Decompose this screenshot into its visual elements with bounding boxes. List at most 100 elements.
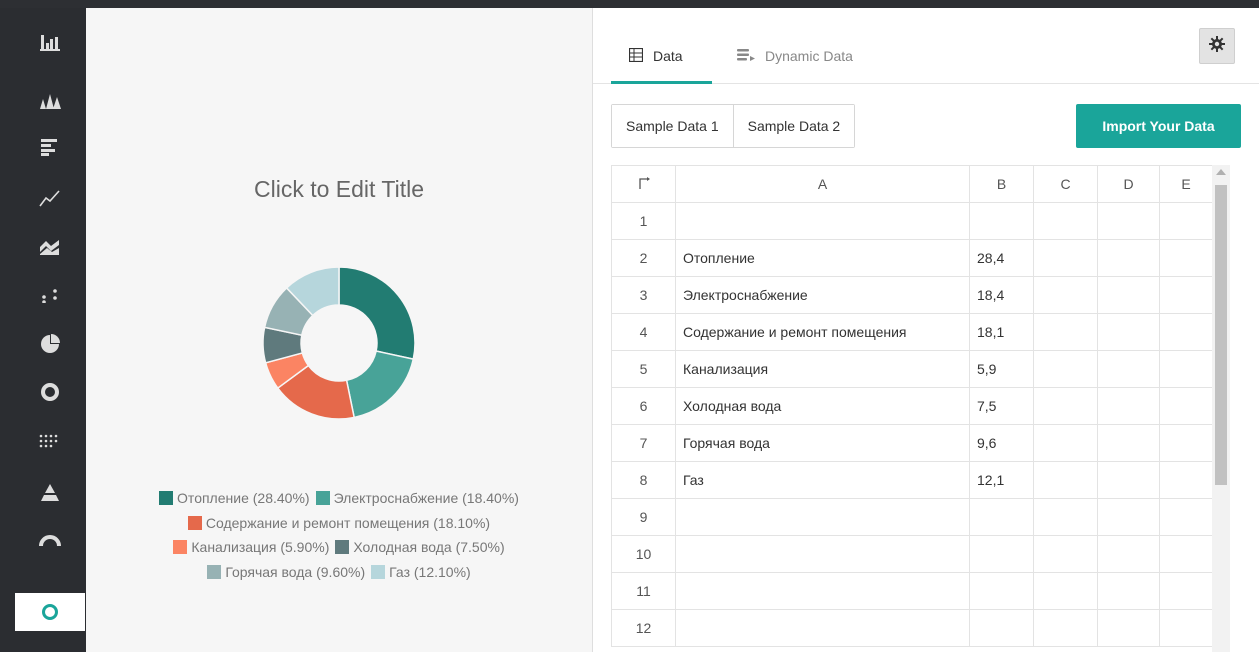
cell-c[interactable] [1033,609,1098,647]
cell-c[interactable] [1033,387,1098,425]
cell-b[interactable] [969,609,1034,647]
cell-a[interactable] [675,609,970,647]
legend-item[interactable]: Электроснабжение (18.40%) [315,486,519,511]
horizontal-bar-icon[interactable] [15,129,85,165]
scatter-chart-icon[interactable] [15,276,85,312]
cell-d[interactable] [1097,498,1160,536]
row-number[interactable]: 8 [611,461,676,499]
row-number[interactable]: 6 [611,387,676,425]
cell-a[interactable] [675,572,970,610]
cell-b[interactable] [969,572,1034,610]
gauge-icon[interactable] [15,522,85,558]
legend-item[interactable]: Холодная вода (7.50%) [335,535,505,560]
cell-a[interactable] [675,535,970,573]
cell-a[interactable] [675,498,970,536]
column-header-d[interactable]: D [1097,165,1160,203]
cell-a[interactable]: Холодная вода [675,387,970,425]
cell-d[interactable] [1097,239,1160,277]
cell-b[interactable]: 5,9 [969,350,1034,388]
cell-c[interactable] [1033,276,1098,314]
cell-d[interactable] [1097,350,1160,388]
cell-b[interactable]: 28,4 [969,239,1034,277]
cell-d[interactable] [1097,535,1160,573]
cell-c[interactable] [1033,202,1098,240]
sort-corner-cell[interactable] [611,165,676,203]
pie-chart-icon[interactable] [15,326,85,362]
sample-data-2-button[interactable]: Sample Data 2 [732,105,855,147]
cell-e[interactable] [1159,461,1213,499]
cell-b[interactable] [969,535,1034,573]
row-number[interactable]: 10 [611,535,676,573]
cell-c[interactable] [1033,572,1098,610]
row-number[interactable]: 1 [611,202,676,240]
cell-c[interactable] [1033,461,1098,499]
cell-c[interactable] [1033,498,1098,536]
cell-c[interactable] [1033,424,1098,462]
cell-d[interactable] [1097,202,1160,240]
row-number[interactable]: 2 [611,239,676,277]
dot-matrix-icon[interactable] [15,424,85,460]
cell-c[interactable] [1033,239,1098,277]
row-number[interactable]: 3 [611,276,676,314]
ring-chart-icon[interactable] [15,593,85,631]
cell-c[interactable] [1033,313,1098,351]
cell-e[interactable] [1159,350,1213,388]
legend-item[interactable]: Содержание и ремонт помещения (18.10%) [187,511,490,536]
row-number[interactable]: 11 [611,572,676,610]
cell-e[interactable] [1159,498,1213,536]
cell-b[interactable] [969,498,1034,536]
cell-d[interactable] [1097,313,1160,351]
cell-c[interactable] [1033,535,1098,573]
cell-e[interactable] [1159,535,1213,573]
cell-a[interactable]: Содержание и ремонт помещения [675,313,970,351]
cell-e[interactable] [1159,202,1213,240]
cell-d[interactable] [1097,424,1160,462]
row-number[interactable]: 5 [611,350,676,388]
tab-dynamic-data[interactable]: Dynamic Data [737,48,853,84]
cell-e[interactable] [1159,313,1213,351]
cell-d[interactable] [1097,461,1160,499]
cell-d[interactable] [1097,387,1160,425]
cell-b[interactable] [969,202,1034,240]
bar-chart-icon[interactable] [15,24,85,60]
column-header-c[interactable]: C [1033,165,1098,203]
pyramid-icon[interactable] [15,474,85,510]
cell-a[interactable]: Горячая вода [675,424,970,462]
cell-e[interactable] [1159,387,1213,425]
row-number[interactable]: 9 [611,498,676,536]
cell-e[interactable] [1159,609,1213,647]
donut-slice[interactable] [338,266,416,361]
cell-b[interactable]: 9,6 [969,424,1034,462]
legend-item[interactable]: Горячая вода (9.60%) [207,560,365,585]
cell-e[interactable] [1159,572,1213,610]
column-header-b[interactable]: B [969,165,1034,203]
scroll-up-arrow-icon[interactable] [1216,169,1226,175]
import-data-button[interactable]: Import Your Data [1076,104,1241,148]
area-chart-icon[interactable] [15,228,85,264]
cell-b[interactable]: 18,1 [969,313,1034,351]
settings-button[interactable] [1199,28,1235,64]
column-header-e[interactable]: E [1159,165,1213,203]
cell-d[interactable] [1097,609,1160,647]
donut-slice[interactable] [345,350,415,419]
cell-a[interactable]: Отопление [675,239,970,277]
scroll-thumb[interactable] [1215,185,1227,485]
cell-a[interactable]: Канализация [675,350,970,388]
line-chart-icon[interactable] [15,180,85,216]
row-number[interactable]: 7 [611,424,676,462]
cell-e[interactable] [1159,276,1213,314]
grid-scrollbar[interactable] [1212,165,1230,652]
histogram-icon[interactable] [15,82,85,118]
cell-d[interactable] [1097,276,1160,314]
sample-data-1-button[interactable]: Sample Data 1 [612,105,733,147]
column-header-a[interactable]: A [675,165,970,203]
cell-e[interactable] [1159,424,1213,462]
row-number[interactable]: 4 [611,313,676,351]
legend-item[interactable]: Отопление (28.40%) [159,486,310,511]
cell-e[interactable] [1159,239,1213,277]
cell-b[interactable]: 12,1 [969,461,1034,499]
cell-a[interactable]: Электроснабжение [675,276,970,314]
tab-data[interactable]: Data [628,47,683,84]
cell-a[interactable] [675,202,970,240]
cell-c[interactable] [1033,350,1098,388]
